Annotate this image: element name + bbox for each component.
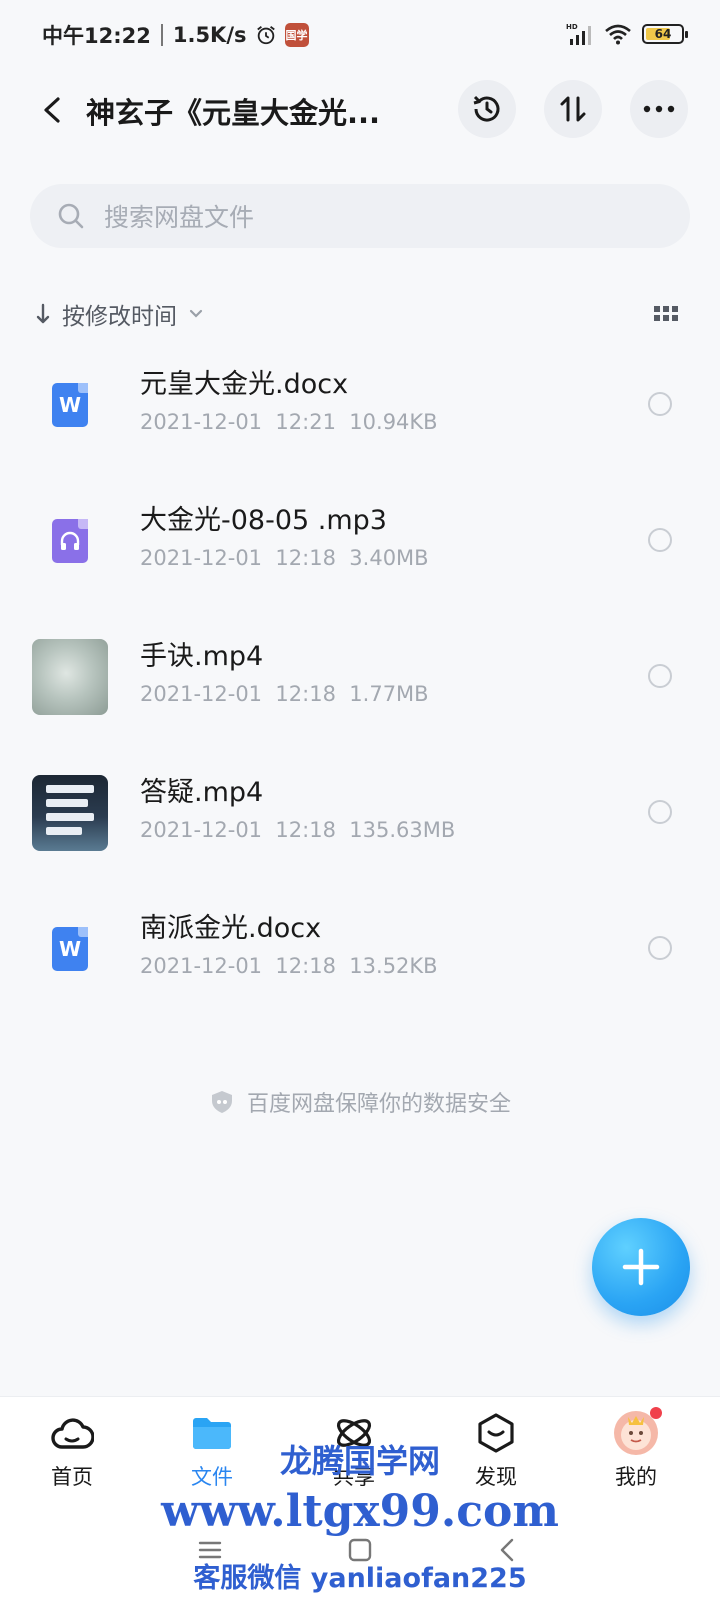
safety-note: 百度网盘保障你的数据安全 — [0, 1086, 720, 1118]
file-meta: 2021-12-01 12:18 13.52KB — [140, 954, 438, 978]
select-checkbox[interactable] — [648, 528, 672, 552]
sort-selector[interactable]: 按修改时间 — [36, 294, 203, 334]
chevron-down-icon — [189, 309, 203, 318]
status-time: 中午12:22 — [42, 24, 151, 48]
doc-icon-letter: W — [58, 393, 82, 417]
audio-file-icon — [52, 519, 88, 563]
file-name: 南派金光.docx — [140, 913, 322, 944]
file-size: 3.40MB — [349, 546, 429, 570]
select-checkbox[interactable] — [648, 936, 672, 960]
file-date: 2021-12-01 — [140, 682, 263, 706]
file-name: 大金光-08-05 .mp3 — [140, 505, 387, 536]
svg-text:HD: HD — [566, 23, 578, 31]
search-input[interactable]: 搜索网盘文件 — [30, 184, 690, 248]
file-row[interactable]: W 元皇大金光.docx 2021-12-01 12:21 10.94KB — [0, 340, 720, 476]
file-meta: 2021-12-01 12:21 10.94KB — [140, 410, 438, 434]
file-time: 12:18 — [275, 682, 336, 706]
word-doc-icon: W — [52, 927, 88, 971]
file-time: 12:18 — [275, 546, 336, 570]
file-row[interactable]: 答疑.mp4 2021-12-01 12:18 135.63MB — [0, 748, 720, 884]
search-icon — [58, 203, 84, 229]
header: 神玄子《元皇大金光... — [0, 78, 720, 142]
file-meta: 2021-12-01 12:18 135.63MB — [140, 818, 455, 842]
headphones-icon — [60, 531, 80, 550]
watermark-url: www.ltgx99.com — [161, 1486, 559, 1537]
notification-dot — [650, 1407, 662, 1419]
transfer-arrows-icon — [560, 96, 586, 122]
file-size: 135.63MB — [349, 818, 456, 842]
sort-label: 按修改时间 — [62, 304, 177, 330]
more-dots-icon — [643, 105, 675, 113]
select-checkbox[interactable] — [648, 800, 672, 824]
thumbnail-chat-bubble — [46, 799, 88, 807]
page-title: 神玄子《元皇大金光... — [86, 96, 381, 130]
watermark-contact: 客服微信 yanliaofan225 — [193, 1563, 527, 1594]
file-row[interactable]: W 南派金光.docx 2021-12-01 12:18 13.52KB — [0, 884, 720, 1020]
file-time: 12:18 — [275, 954, 336, 978]
battery-level: 64 — [654, 27, 672, 41]
doc-icon-letter: W — [58, 937, 82, 961]
file-date: 2021-12-01 — [140, 410, 263, 434]
status-divider — [160, 24, 163, 46]
file-time: 12:21 — [275, 410, 336, 434]
file-size: 10.94KB — [349, 410, 438, 434]
select-checkbox[interactable] — [648, 664, 672, 688]
thumbnail-chat-bubble — [46, 785, 94, 793]
video-thumbnail — [32, 639, 108, 715]
file-name: 手诀.mp4 — [140, 641, 264, 672]
more-button[interactable] — [630, 80, 688, 138]
file-row[interactable]: 大金光-08-05 .mp3 2021-12-01 12:18 3.40MB — [0, 476, 720, 612]
add-button[interactable] — [592, 1218, 690, 1316]
file-date: 2021-12-01 — [140, 546, 263, 570]
video-thumbnail — [32, 775, 108, 851]
wifi-icon — [605, 24, 631, 45]
file-meta: 2021-12-01 12:18 1.77MB — [140, 682, 429, 706]
select-checkbox[interactable] — [648, 392, 672, 416]
file-row[interactable]: 手诀.mp4 2021-12-01 12:18 1.77MB — [0, 612, 720, 748]
search-placeholder: 搜索网盘文件 — [104, 203, 255, 232]
battery-tip — [685, 31, 688, 38]
history-icon — [473, 95, 500, 122]
battery-icon: 64 — [642, 24, 688, 44]
file-thumbnail: W — [32, 367, 108, 443]
sort-down-arrow-icon — [36, 303, 50, 324]
file-date: 2021-12-01 — [140, 954, 263, 978]
history-button[interactable] — [458, 80, 516, 138]
alarm-icon — [256, 26, 275, 45]
back-arrow-icon — [44, 97, 60, 123]
status-right: HD 64 — [566, 22, 688, 46]
thumbnail-chat-bubble — [46, 813, 94, 821]
file-date: 2021-12-01 — [140, 818, 263, 842]
app-notification-icon: 国学 — [284, 23, 309, 47]
screen: 中午12:22 1.5K/s 国学 HD 64 神玄子《元皇大金光... 搜索网… — [0, 0, 720, 1600]
word-doc-icon: W — [52, 383, 88, 427]
thumbnail-chat-bubble — [46, 827, 82, 835]
file-name: 答疑.mp4 — [140, 777, 264, 808]
back-button[interactable] — [30, 88, 74, 132]
safety-note-text: 百度网盘保障你的数据安全 — [246, 1092, 511, 1117]
file-size: 13.52KB — [349, 954, 438, 978]
plus-icon — [622, 1248, 660, 1286]
file-thumbnail — [32, 503, 108, 579]
network-speed: 1.5K/s — [172, 23, 247, 47]
file-name: 元皇大金光.docx — [140, 369, 349, 400]
file-meta: 2021-12-01 12:18 3.40MB — [140, 546, 429, 570]
transfer-button[interactable] — [544, 80, 602, 138]
signal-icon: HD — [566, 23, 591, 45]
file-thumbnail: W — [32, 911, 108, 987]
grid-view-icon[interactable] — [652, 300, 680, 328]
file-time: 12:18 — [275, 818, 336, 842]
status-left: 中午12:22 1.5K/s 国学 — [42, 20, 309, 50]
app-notification-text: 国学 — [285, 29, 308, 42]
file-size: 1.77MB — [349, 682, 429, 706]
shield-icon — [211, 1091, 232, 1113]
watermark-site-name: 龙腾国学网 — [279, 1442, 440, 1480]
status-bar: 中午12:22 1.5K/s 国学 HD 64 — [0, 0, 720, 70]
file-list: W 元皇大金光.docx 2021-12-01 12:21 10.94KB 大金… — [0, 340, 720, 1020]
